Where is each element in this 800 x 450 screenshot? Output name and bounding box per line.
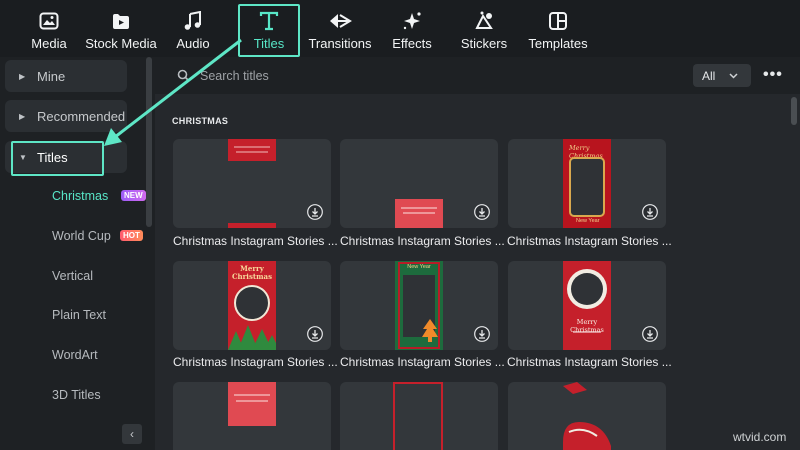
watermark: wtvid.com: [733, 430, 787, 444]
annotation-arrow: [104, 38, 242, 146]
